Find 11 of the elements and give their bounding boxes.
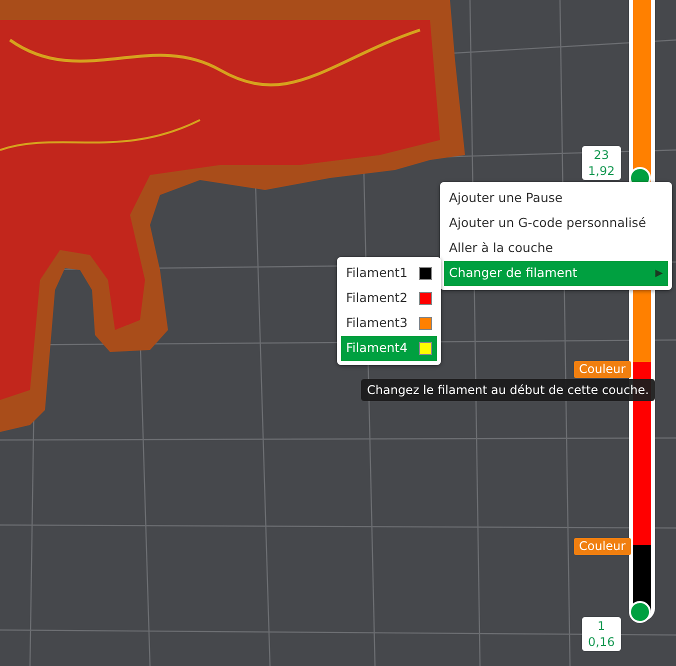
menu-item[interactable]: Aller à la couche <box>444 236 668 261</box>
layer-label: 23 1,92 <box>582 146 621 180</box>
tooltip: Changez le filament au début de cette couche. <box>361 379 655 401</box>
menu-item[interactable]: Filament1 <box>341 261 437 286</box>
menu-item[interactable]: Filament3 <box>341 311 437 336</box>
menu-item[interactable]: Changer de filament ▶ <box>444 261 668 286</box>
submenu-arrow-icon: ▶ <box>655 266 663 281</box>
menu-item[interactable]: Ajouter un G-code personnalisé <box>444 211 668 236</box>
layer-label: 1 0,16 <box>582 617 621 651</box>
menu-item[interactable]: Ajouter une Pause <box>444 186 668 211</box>
menu-item[interactable]: Filament2 <box>341 286 437 311</box>
